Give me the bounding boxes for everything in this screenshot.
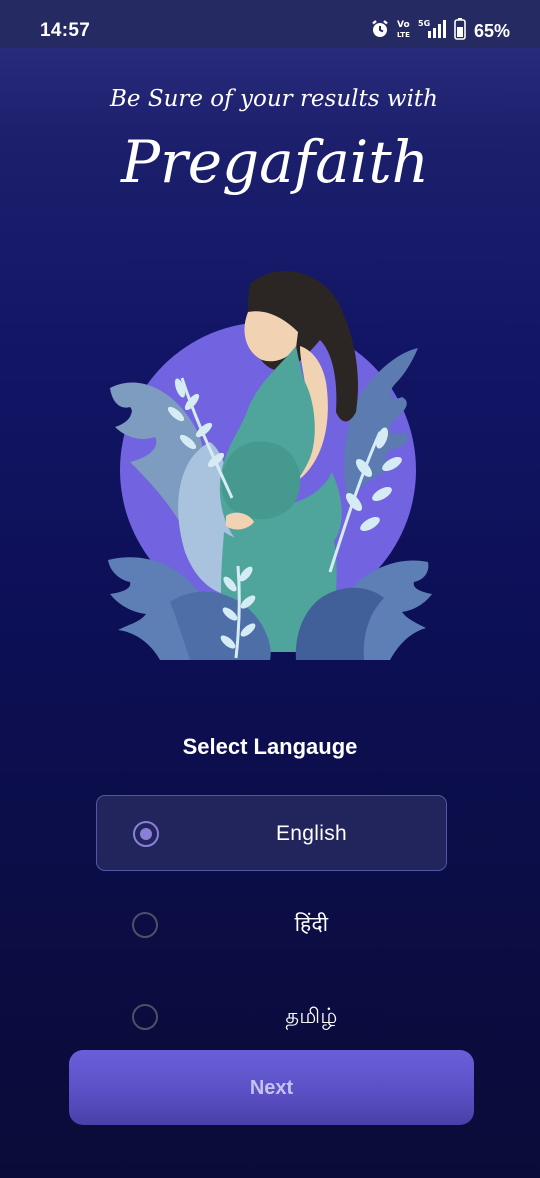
svg-text:LTE: LTE (397, 31, 410, 39)
tagline: Be Sure of your results with (110, 86, 438, 112)
radio-button-selected[interactable] (133, 821, 159, 847)
alarm-icon (370, 19, 390, 44)
status-bar: 14:57 Vo LTE 5G 65% (0, 0, 540, 48)
radio-dot-icon (140, 828, 152, 840)
signal-icon: 5G (418, 18, 448, 45)
radio-button[interactable] (132, 1004, 158, 1030)
language-option-english[interactable]: English (96, 795, 447, 871)
language-label: தமிழ் (285, 1005, 338, 1028)
radio-button[interactable] (132, 912, 158, 938)
status-time: 14:57 (40, 20, 91, 41)
battery-percent: 65% (473, 20, 510, 41)
language-label: English (276, 822, 347, 845)
language-option-hindi[interactable]: हिंदी (96, 887, 447, 963)
language-option-tamil[interactable]: தமிழ் (96, 979, 447, 1055)
status-icons: Vo LTE 5G 65% (370, 17, 510, 45)
battery-icon (454, 17, 466, 45)
pregnant-woman-illustration (100, 262, 436, 664)
network-type-label: 5G (418, 19, 430, 28)
brand-name: Pregafaith (120, 128, 430, 196)
next-button[interactable]: Next (69, 1050, 474, 1125)
language-label: हिंदी (294, 913, 329, 936)
volte-icon: Vo LTE (396, 18, 412, 45)
select-language-title: Select Langauge (182, 734, 358, 759)
svg-text:Vo: Vo (397, 20, 410, 30)
language-selection-screen: 14:57 Vo LTE 5G 65% Be Sure of your resu… (0, 0, 540, 1178)
